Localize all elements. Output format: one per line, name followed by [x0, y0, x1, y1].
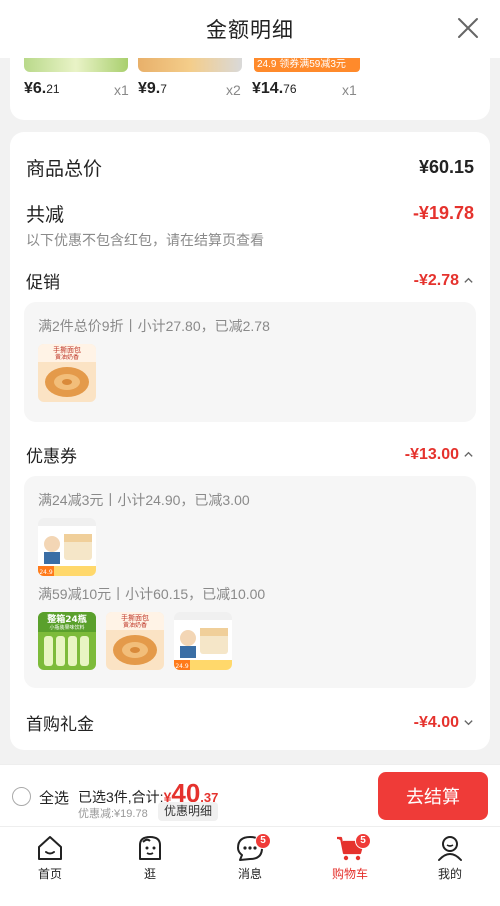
- selected-products-card: 24.9 领券满59减3元 ¥6.21 x1 ¥9.7 x2 ¥14.76 x1: [10, 58, 490, 120]
- face-icon: [139, 836, 161, 860]
- cart-badge: 5: [355, 833, 371, 849]
- promotion-value: -¥2.78: [413, 271, 459, 289]
- first-gift-value: -¥4.00: [413, 713, 459, 731]
- tab-cart[interactable]: 5 购物车: [310, 833, 390, 882]
- product-price-1: ¥6.21: [24, 80, 60, 97]
- total-price-row: 商品总价 ¥60.15: [26, 154, 474, 181]
- chevron-down-icon[interactable]: [463, 717, 474, 728]
- promotion-row[interactable]: 促销 -¥2.78: [26, 268, 474, 293]
- product-thumb-drink[interactable]: 整箱24瓶 小瓶装果味饮料: [38, 612, 96, 670]
- coupon-value: -¥13.00: [404, 445, 459, 463]
- product-price-3: ¥14.76: [252, 80, 297, 97]
- close-icon[interactable]: [454, 14, 482, 42]
- bottom-tab-bar: 首页 逛 5 消息 5 购物车 我的: [0, 826, 500, 906]
- thumb-bread-sub: 黄油奶香: [55, 353, 79, 361]
- chevron-up-icon[interactable]: [463, 275, 474, 286]
- promotion-label: 促销: [26, 273, 60, 292]
- total-price-label: 商品总价: [26, 159, 103, 180]
- tab-home[interactable]: 首页: [10, 833, 90, 882]
- tab-profile-label: 我的: [437, 867, 462, 881]
- home-icon: [38, 836, 62, 860]
- thumb-bread-sub-2: 黄油奶香: [123, 621, 147, 629]
- coupon-label: 优惠券: [26, 447, 77, 466]
- user-icon: [438, 836, 462, 861]
- promotion-rule: 满2件总价9折丨小计27.80，已减2.78: [38, 318, 270, 334]
- product-price-2: ¥9.7: [138, 80, 167, 97]
- checkout-button[interactable]: 去结算: [378, 772, 488, 820]
- coupon-row[interactable]: 优惠券 -¥13.00: [26, 442, 474, 467]
- modal-title: 金额明细: [206, 19, 294, 42]
- message-badge: 5: [255, 833, 271, 849]
- tab-home-label: 首页: [37, 867, 62, 881]
- product-qty-1: x1: [114, 82, 129, 98]
- product-qty-3: x1: [342, 82, 357, 98]
- thumb-bread-title: 手撕面包: [53, 345, 81, 354]
- select-all-label[interactable]: 全选: [39, 787, 69, 808]
- coupon-tag: 24.9 领券满59减3元: [254, 58, 360, 72]
- first-gift-row[interactable]: 首购礼金 -¥4.00: [26, 710, 474, 735]
- total-reduce-value: -¥19.78: [412, 203, 474, 223]
- thumb-price-tag-2: 24.9: [175, 663, 189, 670]
- product-qty-2: x2: [226, 82, 241, 98]
- thumb-bread-title-2: 手撕面包: [121, 613, 149, 622]
- promotion-detail-panel: 满2件总价9折丨小计27.80，已减2.78 手撕面包 黄油奶香: [24, 302, 476, 422]
- summary-prefix: 已选3件,合计:: [78, 789, 164, 805]
- price-breakdown-card: 商品总价 ¥60.15 共减 -¥19.78 以下优惠不包含红包，请在结算页查看…: [10, 132, 490, 750]
- tab-messages[interactable]: 5 消息: [210, 833, 290, 882]
- product-image-bread[interactable]: [138, 58, 242, 72]
- total-reduce-label: 共减: [26, 205, 65, 226]
- tab-messages-label: 消息: [237, 867, 262, 881]
- product-thumb-bread[interactable]: 手撕面包 黄油奶香: [38, 344, 96, 402]
- coupon-detail-panel: 满24减3元丨小计24.90，已减3.00 24.9 满59减10元丨小计60.…: [24, 476, 476, 688]
- total-reduce-row: 共减 -¥19.78: [26, 200, 474, 227]
- tab-profile[interactable]: 我的: [410, 833, 490, 882]
- select-all-radio[interactable]: [12, 787, 31, 806]
- first-gift-label: 首购礼金: [26, 715, 94, 734]
- chevron-up-icon[interactable]: [463, 449, 474, 460]
- discount-detail-button[interactable]: 优惠明细: [158, 802, 219, 821]
- thumb-price-tag: 24.9: [39, 569, 53, 576]
- product-image-drink[interactable]: [24, 58, 128, 72]
- checkout-bar: 全选 已选3件,合计:¥40.37 优惠减:¥19.78 优惠明细 去结算: [0, 764, 500, 826]
- thumb-drink-sub: 小瓶装果味饮料: [49, 624, 84, 631]
- coupon-rule-1: 满24减3元丨小计24.90，已减3.00: [38, 492, 250, 508]
- product-thumb-bread-2[interactable]: 手撕面包 黄油奶香: [106, 612, 164, 670]
- product-thumb-bread-box[interactable]: 24.9: [38, 518, 96, 576]
- product-thumb-bread-box-2[interactable]: 24.9: [174, 612, 232, 670]
- discount-amount: 优惠减:¥19.78: [78, 808, 148, 820]
- thumb-drink-title: 整箱24瓶: [46, 613, 87, 625]
- coupon-rule-2: 满59减10元丨小计60.15，已减10.00: [38, 586, 266, 602]
- modal-header: 金额明细: [0, 0, 500, 58]
- discount-note: 以下优惠不包含红包，请在结算页查看: [26, 232, 264, 248]
- tab-browse-label: 逛: [143, 867, 156, 881]
- tab-cart-label: 购物车: [331, 867, 368, 881]
- tab-browse[interactable]: 逛: [110, 833, 190, 882]
- total-price-value: ¥60.15: [418, 157, 474, 177]
